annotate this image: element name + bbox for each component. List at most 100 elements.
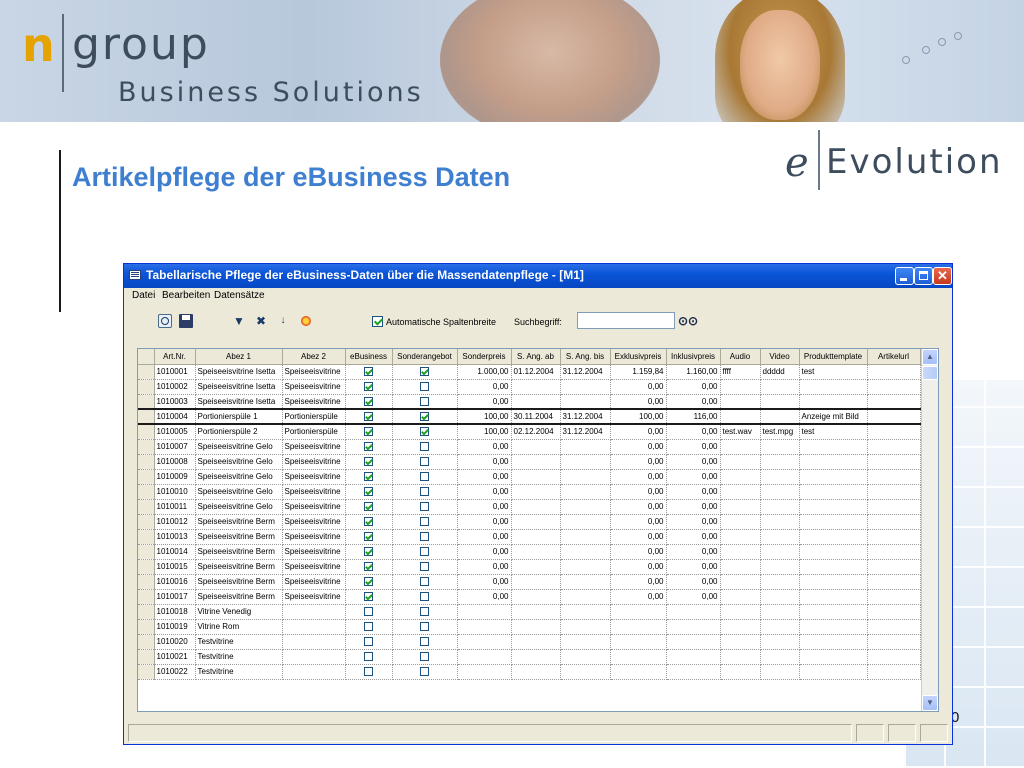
- sonderangebot-checkbox-cell[interactable]: [392, 619, 458, 635]
- sonderangebot-checkbox-cell[interactable]: [392, 634, 458, 650]
- cell-sonderpreis[interactable]: 0,00: [457, 484, 512, 500]
- menu-bearbeiten[interactable]: Bearbeiten: [162, 290, 210, 301]
- cell-abez1[interactable]: Speiseeisvitrine Berm: [195, 574, 283, 590]
- cell-url[interactable]: [867, 408, 921, 425]
- cell-audio[interactable]: [720, 408, 761, 425]
- cell-bis[interactable]: 31.12.2004: [560, 408, 611, 425]
- cell-video[interactable]: [760, 484, 800, 500]
- checkbox[interactable]: [420, 427, 429, 437]
- cell-abez1[interactable]: Speiseeisvitrine Gelo: [195, 499, 283, 515]
- cell-audio[interactable]: [720, 544, 761, 560]
- cell-video[interactable]: ddddd: [760, 364, 800, 380]
- cell-artnr[interactable]: 1010003: [154, 394, 196, 410]
- cell-template[interactable]: [799, 454, 868, 470]
- cell-artnr[interactable]: 1010013: [154, 529, 196, 545]
- cell-template[interactable]: [799, 379, 868, 395]
- cell-exkl[interactable]: 0,00: [610, 424, 667, 440]
- cell-template[interactable]: test: [799, 364, 868, 380]
- cell-video[interactable]: test.mpg: [760, 424, 800, 440]
- cell-artnr[interactable]: 1010010: [154, 484, 196, 500]
- cell-video[interactable]: [760, 408, 800, 425]
- cell-exkl[interactable]: [610, 664, 667, 680]
- cell-ab[interactable]: 01.12.2004: [511, 364, 561, 380]
- cell-exkl[interactable]: 0,00: [610, 484, 667, 500]
- cell-ab[interactable]: [511, 649, 561, 665]
- cell-sonderpreis[interactable]: 100,00: [457, 424, 512, 440]
- column-header[interactable]: Art.Nr.: [154, 349, 196, 365]
- vertical-scrollbar[interactable]: ▲ ▼: [921, 349, 938, 711]
- cell-inkl[interactable]: [666, 664, 721, 680]
- remove-filter-icon[interactable]: ✖: [254, 314, 268, 328]
- cell-exkl[interactable]: [610, 649, 667, 665]
- row-selector[interactable]: [138, 589, 155, 605]
- cell-abez2[interactable]: Speiseeisvitrine: [282, 364, 346, 380]
- cell-abez1[interactable]: Portionierspüle 1: [195, 408, 283, 425]
- table-row[interactable]: 1010017 Speiseeisvitrine Berm Speiseeisvit…: [138, 589, 921, 605]
- save-icon[interactable]: [179, 314, 193, 328]
- cell-abez1[interactable]: Testvitrine: [195, 649, 283, 665]
- ebusiness-checkbox-cell[interactable]: [345, 589, 393, 605]
- cell-template[interactable]: [799, 499, 868, 515]
- cell-ab[interactable]: [511, 574, 561, 590]
- cell-exkl[interactable]: 0,00: [610, 439, 667, 455]
- cell-abez2[interactable]: Portionierspüle: [282, 424, 346, 440]
- cell-url[interactable]: [867, 454, 921, 470]
- row-selector[interactable]: [138, 544, 155, 560]
- table-row[interactable]: 1010015 Speiseeisvitrine Berm Speiseeisvit…: [138, 559, 921, 575]
- cell-abez2[interactable]: Speiseeisvitrine: [282, 529, 346, 545]
- cell-artnr[interactable]: 1010019: [154, 619, 196, 635]
- scroll-thumb[interactable]: [922, 366, 938, 380]
- cell-template[interactable]: [799, 634, 868, 650]
- cell-abez1[interactable]: Vitrine Rom: [195, 619, 283, 635]
- cell-url[interactable]: [867, 514, 921, 530]
- cell-bis[interactable]: 31.12.2004: [560, 364, 611, 380]
- sonderangebot-checkbox-cell[interactable]: [392, 408, 458, 425]
- cell-audio[interactable]: [720, 574, 761, 590]
- close-button[interactable]: [933, 267, 952, 285]
- cell-ab[interactable]: [511, 559, 561, 575]
- cell-sonderpreis[interactable]: 0,00: [457, 544, 512, 560]
- cell-template[interactable]: [799, 439, 868, 455]
- row-selector[interactable]: [138, 499, 155, 515]
- menu-datensaetze[interactable]: Datensätze: [214, 290, 265, 301]
- cell-bis[interactable]: [560, 484, 611, 500]
- cell-abez1[interactable]: Speiseeisvitrine Gelo: [195, 469, 283, 485]
- cell-template[interactable]: [799, 484, 868, 500]
- cell-abez1[interactable]: Speiseeisvitrine Berm: [195, 544, 283, 560]
- cell-video[interactable]: [760, 499, 800, 515]
- checkbox[interactable]: [420, 517, 429, 527]
- column-header[interactable]: Artikelurl: [867, 349, 921, 365]
- row-selector[interactable]: [138, 439, 155, 455]
- menu-datei[interactable]: Datei: [132, 290, 155, 301]
- sonderangebot-checkbox-cell[interactable]: [392, 379, 458, 395]
- table-row[interactable]: 1010016 Speiseeisvitrine Berm Speiseeisvit…: [138, 574, 921, 590]
- cell-url[interactable]: [867, 619, 921, 635]
- cell-inkl[interactable]: 116,00: [666, 408, 721, 425]
- cell-template[interactable]: [799, 604, 868, 620]
- checkbox[interactable]: [364, 532, 373, 542]
- cell-sonderpreis[interactable]: 0,00: [457, 574, 512, 590]
- cell-inkl[interactable]: [666, 619, 721, 635]
- table-row[interactable]: 1010009 Speiseeisvitrine Gelo Speiseeisvit…: [138, 469, 921, 485]
- cell-inkl[interactable]: 0,00: [666, 529, 721, 545]
- cell-audio[interactable]: [720, 484, 761, 500]
- cell-video[interactable]: [760, 574, 800, 590]
- cell-template[interactable]: [799, 619, 868, 635]
- table-row[interactable]: 1010020 Testvitrine: [138, 634, 921, 650]
- cell-url[interactable]: [867, 484, 921, 500]
- binoculars-icon[interactable]: ⊙⊙: [678, 314, 698, 328]
- checkbox[interactable]: [420, 592, 429, 602]
- cell-inkl[interactable]: 0,00: [666, 499, 721, 515]
- cell-template[interactable]: [799, 589, 868, 605]
- cell-abez2[interactable]: Speiseeisvitrine: [282, 574, 346, 590]
- cell-bis[interactable]: [560, 514, 611, 530]
- cell-inkl[interactable]: 0,00: [666, 544, 721, 560]
- cell-sonderpreis[interactable]: 0,00: [457, 514, 512, 530]
- checkbox[interactable]: [420, 382, 429, 392]
- cell-abez1[interactable]: Speiseeisvitrine Isetta: [195, 394, 283, 410]
- cell-url[interactable]: [867, 529, 921, 545]
- sonderangebot-checkbox-cell[interactable]: [392, 514, 458, 530]
- cell-url[interactable]: [867, 394, 921, 410]
- cell-template[interactable]: [799, 574, 868, 590]
- table-row[interactable]: 1010013 Speiseeisvitrine Berm Speiseeisvit…: [138, 529, 921, 545]
